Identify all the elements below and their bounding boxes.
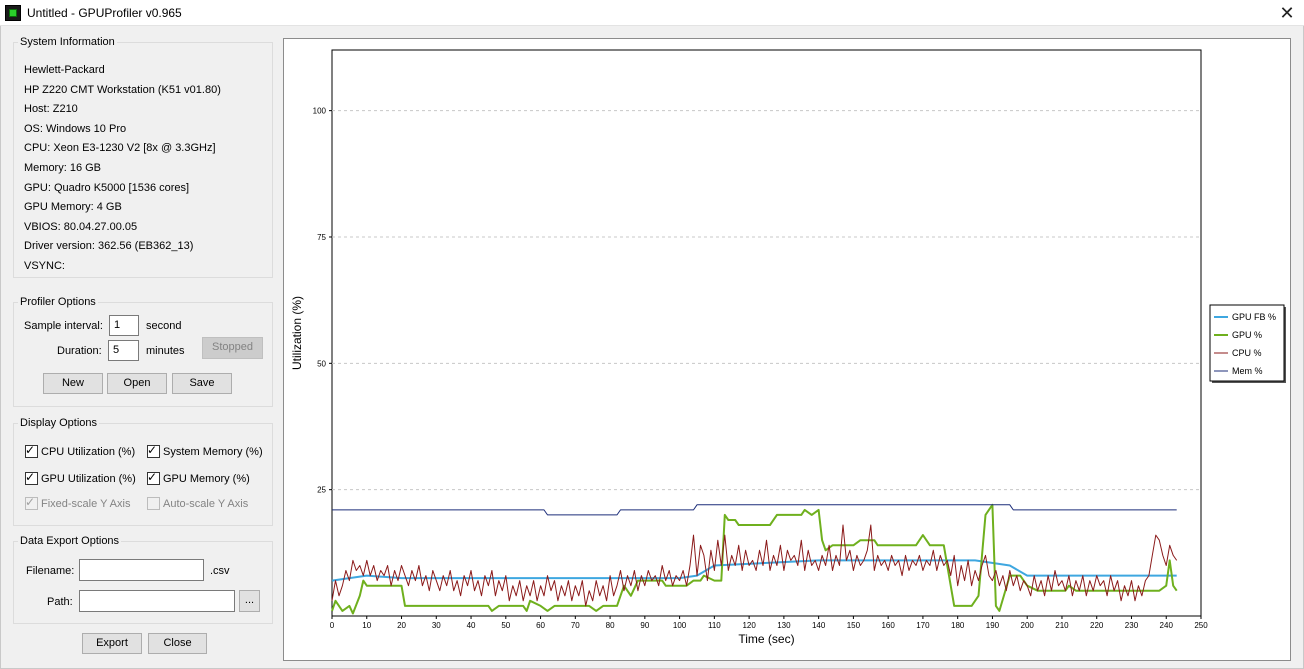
gpu-utilization-checkbox[interactable]: ✓ GPU Utilization (%)	[25, 470, 136, 488]
checkbox-icon: ✓	[25, 443, 38, 458]
path-input[interactable]	[79, 590, 235, 612]
save-button[interactable]: Save	[172, 373, 232, 394]
x-tick-label: 180	[951, 621, 965, 630]
browse-button[interactable]: ...	[239, 590, 260, 612]
display-options-legend: Display Options	[20, 417, 98, 429]
x-tick-label: 130	[777, 621, 791, 630]
x-tick-label: 200	[1021, 621, 1035, 630]
y-axis-label: Utilization (%)	[290, 296, 304, 370]
system-memory-checkbox[interactable]: ✓ System Memory (%)	[147, 443, 263, 461]
legend-label: GPU FB %	[1232, 312, 1276, 322]
system-info-line: HP Z220 CMT Workstation (K51 v01.80)	[24, 83, 221, 96]
x-tick-label: 50	[501, 621, 510, 630]
y-tick-label: 100	[313, 107, 327, 116]
x-tick-label: 10	[362, 621, 371, 630]
system-info-line: CPU: Xeon E3-1230 V2 [8x @ 3.3GHz]	[24, 142, 216, 155]
checkbox-icon: ✓	[25, 470, 38, 485]
legend-label: CPU %	[1232, 348, 1262, 358]
duration-unit: minutes	[146, 345, 185, 357]
cpu-utilization-label: CPU Utilization (%)	[41, 446, 136, 458]
x-tick-label: 80	[606, 621, 615, 630]
chart-panel: 25 50 75 100 0 10 20 30 40 50 60 70 80 90 100 110 120 130…	[283, 38, 1291, 661]
x-tick-label: 140	[812, 621, 826, 630]
close-icon[interactable]: ✕	[1270, 0, 1304, 26]
x-tick-label: 160	[881, 621, 895, 630]
gpu-utilization-label: GPU Utilization (%)	[41, 473, 136, 485]
system-info-line: GPU: Quadro K5000 [1536 cores]	[24, 181, 190, 194]
window-title: Untitled - GPUProfiler v0.965	[27, 6, 182, 20]
legend-label: GPU %	[1232, 330, 1262, 340]
x-tick-label: 230	[1125, 621, 1139, 630]
duration-label: Duration:	[57, 345, 102, 357]
gpu-chip-icon	[5, 5, 21, 21]
x-tick-label: 60	[536, 621, 545, 630]
cpu-utilization-checkbox[interactable]: ✓ CPU Utilization (%)	[25, 443, 136, 461]
x-tick-label: 210	[1055, 621, 1069, 630]
x-tick-label: 20	[397, 621, 406, 630]
open-button[interactable]: Open	[107, 373, 167, 394]
plot-area	[331, 49, 1202, 617]
utilization-chart: 25 50 75 100 0 10 20 30 40 50 60 70 80 90 100 110 120 130…	[290, 49, 1286, 646]
system-memory-label: System Memory (%)	[163, 446, 263, 458]
system-info-line: Driver version: 362.56 (EB362_13)	[24, 240, 194, 253]
fixed-scale-checkbox[interactable]: ✓ Fixed-scale Y Axis	[25, 495, 131, 513]
x-tick-label: 40	[467, 621, 476, 630]
filename-input[interactable]	[79, 559, 204, 581]
x-tick-label: 150	[847, 621, 861, 630]
sample-interval-input[interactable]: 1	[109, 315, 139, 336]
checkbox-icon: ✓	[25, 495, 38, 510]
y-tick-label: 75	[317, 233, 326, 242]
sample-interval-label: Sample interval:	[24, 320, 103, 332]
y-tick-label: 25	[317, 486, 326, 495]
x-tick-label: 100	[673, 621, 687, 630]
x-tick-label: 240	[1160, 621, 1174, 630]
system-info-line: GPU Memory: 4 GB	[24, 201, 122, 214]
filename-label: Filename:	[26, 565, 75, 577]
export-button[interactable]: Export	[82, 633, 142, 654]
legend-label: Mem %	[1232, 366, 1263, 376]
checkbox-icon: ✓	[147, 443, 160, 458]
x-tick-label: 70	[571, 621, 580, 630]
x-tick-label: 110	[708, 621, 721, 630]
system-info-line: VBIOS: 80.04.27.00.05	[24, 220, 138, 233]
x-tick-label: 190	[986, 621, 1000, 630]
x-tick-label: 30	[432, 621, 441, 630]
new-button[interactable]: New	[43, 373, 103, 394]
title-bar: Untitled - GPUProfiler v0.965 ✕	[0, 0, 1304, 26]
fixed-scale-label: Fixed-scale Y Axis	[41, 498, 131, 510]
data-export-legend: Data Export Options	[20, 535, 120, 547]
system-information-legend: System Information	[20, 36, 115, 48]
sample-interval-unit: second	[146, 320, 182, 332]
auto-scale-checkbox[interactable]: Auto-scale Y Axis	[147, 497, 248, 513]
system-information-group: System Information Hewlett-Packard HP Z22…	[13, 36, 273, 278]
x-tick-label: 220	[1090, 621, 1104, 630]
y-tick-label: 50	[317, 359, 326, 368]
checkbox-icon: ✓	[147, 470, 160, 485]
profiler-options-legend: Profiler Options	[20, 296, 96, 308]
gpu-memory-label: GPU Memory (%)	[163, 473, 250, 485]
duration-input[interactable]: 5	[108, 340, 139, 361]
x-tick-label: 120	[742, 621, 756, 630]
x-tick-label: 250	[1194, 621, 1208, 630]
csv-extension-label: .csv	[210, 565, 230, 577]
x-tick-label: 0	[330, 621, 335, 630]
gpu-memory-checkbox[interactable]: ✓ GPU Memory (%)	[147, 470, 250, 488]
stopped-button[interactable]: Stopped	[202, 337, 263, 359]
system-info-line: Host: Z210	[24, 103, 78, 116]
x-tick-label: 170	[916, 621, 930, 630]
path-label: Path:	[47, 596, 73, 608]
close-button[interactable]: Close	[148, 633, 207, 654]
system-info-line: Hewlett-Packard	[24, 64, 105, 76]
system-info-line: OS: Windows 10 Pro	[24, 122, 127, 135]
auto-scale-label: Auto-scale Y Axis	[163, 498, 249, 510]
x-tick-label: 90	[640, 621, 649, 630]
checkbox-icon	[147, 497, 160, 510]
system-info-line: Memory: 16 GB	[24, 162, 102, 174]
system-info-line: VSYNC:	[24, 260, 65, 272]
x-axis-label: Time (sec)	[738, 632, 794, 646]
